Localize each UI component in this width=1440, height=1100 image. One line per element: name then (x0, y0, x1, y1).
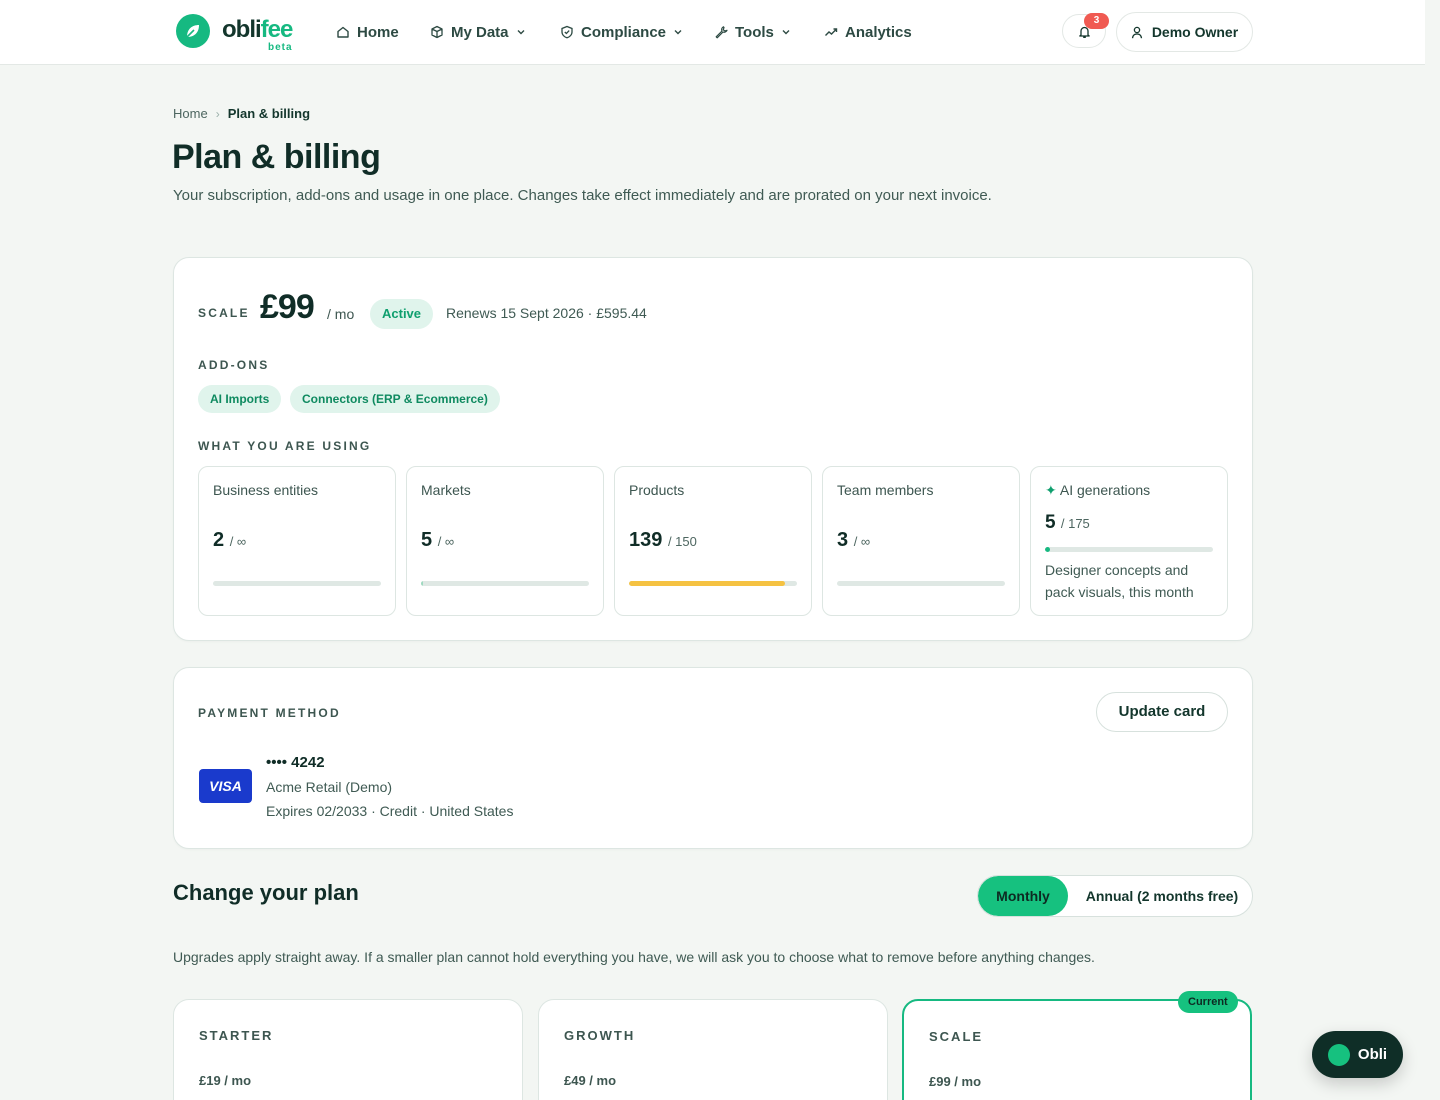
usage-card-ai-generations: ✦ AI generations 5 / 175 Designer concep… (1030, 466, 1228, 616)
usage-progress-bar (837, 581, 1005, 586)
cube-icon (431, 25, 443, 39)
usage-value: 2 / ∞ (213, 529, 247, 551)
user-icon (1131, 26, 1142, 38)
usage-progress-bar (213, 581, 381, 586)
nav-my-data-label: My Data (451, 23, 509, 41)
usage-value: 139 / 150 (629, 529, 697, 551)
home-icon (337, 26, 349, 38)
plan-card-starter[interactable]: STARTER £19 / mo (173, 999, 523, 1100)
user-menu-button[interactable]: Demo Owner (1116, 12, 1253, 52)
user-name: Demo Owner (1151, 24, 1239, 40)
nav-tools[interactable]: Tools (714, 22, 791, 42)
notifications-count-badge: 3 (1084, 13, 1109, 29)
beta-label: beta (268, 42, 293, 53)
nav-my-data[interactable]: My Data (430, 22, 526, 42)
shield-icon (561, 25, 573, 39)
chevron-down-icon (782, 30, 790, 35)
breadcrumb-current: Plan & billing (227, 106, 311, 121)
assistant-button[interactable]: Obli (1312, 1031, 1403, 1078)
nav-compliance-label: Compliance (581, 23, 667, 41)
nav-analytics-label: Analytics (845, 23, 912, 41)
payment-heading: PAYMENT METHOD (198, 706, 341, 720)
card-holder: Acme Retail (Demo) (266, 779, 393, 795)
usage-card-products: Products 139 / 150 (614, 466, 812, 616)
plan-card-price: £49 / mo (564, 1073, 617, 1088)
trend-icon (825, 28, 838, 36)
breadcrumb-home[interactable]: Home (173, 106, 208, 121)
usage-value: 3 / ∞ (837, 529, 871, 551)
usage-note: Designer concepts and pack visuals, this… (1045, 562, 1194, 600)
plan-card-name: SCALE (929, 1029, 984, 1044)
plan-card-name: STARTER (199, 1028, 274, 1043)
usage-title: Business entities (213, 482, 319, 498)
plan-card-name: GROWTH (564, 1028, 636, 1043)
addon-pill: AI Imports (198, 385, 282, 413)
sparkle-icon: ✦ (1045, 482, 1057, 498)
chevron-right-icon: › (215, 106, 220, 121)
card-details: Expires 02/2033 · Credit · United States (266, 803, 514, 819)
nav-compliance[interactable]: Compliance (560, 22, 683, 42)
usage-card-team-members: Team members 3 / ∞ (822, 466, 1020, 616)
usage-card-business-entities: Business entities 2 / ∞ (198, 466, 396, 616)
leaf-icon (1327, 1043, 1350, 1066)
status-badge: Active (370, 299, 434, 329)
payment-method-card: PAYMENT METHOD Update card VISA •••• 424… (173, 667, 1253, 849)
renewal-info: Renews 15 Sept 2026 · £595.44 (446, 305, 647, 321)
usage-card-markets: Markets 5 / ∞ (406, 466, 604, 616)
breadcrumb: Home › Plan & billing (173, 106, 310, 121)
brand-wordmark: oblifee (222, 16, 293, 43)
usage-title: Products (629, 482, 685, 498)
visa-card-icon: VISA (199, 769, 252, 803)
plan-name: SCALE (198, 306, 250, 320)
nav-home[interactable]: Home (336, 22, 399, 42)
usage-heading: WHAT YOU ARE USING (198, 439, 372, 453)
chevron-down-icon (674, 30, 682, 35)
usage-title: ✦ AI generations (1045, 482, 1151, 498)
brand-logo[interactable]: oblifee beta (176, 14, 296, 54)
toggle-monthly[interactable]: Monthly (978, 876, 1068, 916)
nav-home-label: Home (357, 23, 399, 41)
subscription-card: SCALE £99 / mo Active Renews 15 Sept 202… (173, 257, 1253, 641)
usage-progress-bar (421, 581, 589, 586)
current-plan-badge: Current (1178, 991, 1238, 1013)
plan-card-growth[interactable]: GROWTH £49 / mo (538, 999, 888, 1100)
nav-tools-label: Tools (735, 23, 774, 41)
wrench-icon (715, 26, 728, 39)
addon-pill: Connectors (ERP & Ecommerce) (290, 385, 500, 413)
leaf-icon (176, 14, 210, 48)
top-navigation: oblifee beta Home My Data Compliance Too… (0, 0, 1425, 65)
page-title: Plan & billing (172, 138, 381, 176)
plan-card-price: £99 / mo (929, 1074, 982, 1089)
usage-progress-bar (1045, 547, 1213, 552)
plan-card-price: £19 / mo (199, 1073, 252, 1088)
chevron-down-icon (517, 30, 525, 35)
plan-price: £99 (260, 288, 315, 326)
usage-value: 5 / ∞ (421, 529, 455, 551)
card-number: •••• 4242 (266, 754, 325, 771)
billing-period-toggle: Monthly Annual (2 months free) (977, 875, 1253, 917)
usage-progress-bar (629, 581, 797, 586)
usage-title: Team members (837, 482, 934, 498)
assistant-label: Obli (1357, 1046, 1388, 1063)
usage-title: Markets (421, 482, 471, 498)
nav-analytics[interactable]: Analytics (824, 22, 912, 42)
page-subtitle: Your subscription, add-ons and usage in … (173, 187, 992, 204)
plan-card-scale[interactable]: SCALE £99 / mo (902, 999, 1252, 1100)
plan-price-unit: / mo (327, 306, 355, 322)
update-card-button[interactable]: Update card (1096, 692, 1228, 732)
change-plan-heading: Change your plan (173, 880, 359, 905)
addons-heading: ADD-ONS (198, 358, 270, 372)
change-plan-subtitle: Upgrades apply straight away. If a small… (173, 949, 1095, 965)
usage-value: 5 / 175 (1045, 512, 1090, 533)
toggle-annual[interactable]: Annual (2 months free) (1072, 876, 1252, 916)
